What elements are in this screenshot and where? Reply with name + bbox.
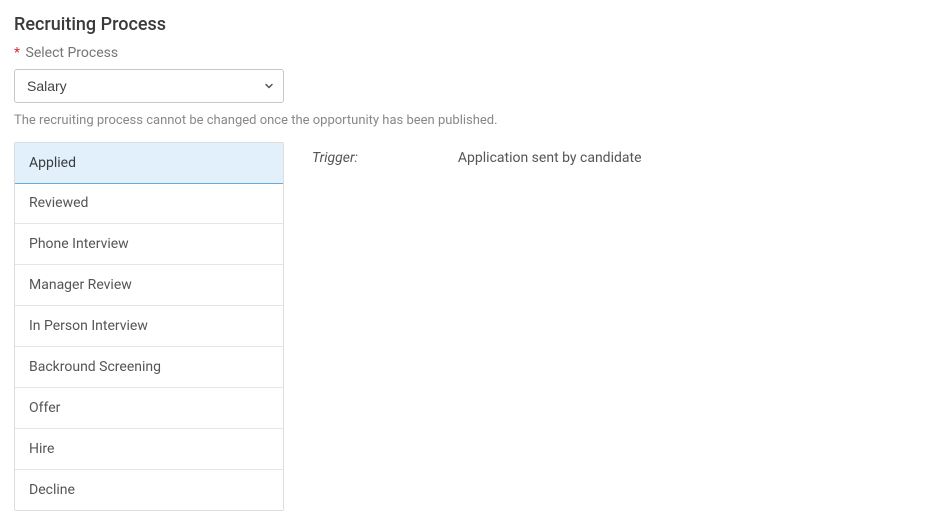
stage-detail-panel: Trigger: Application sent by candidate [312, 142, 642, 166]
stage-row: AppliedReviewedPhone InterviewManager Re… [14, 142, 918, 511]
stage-item[interactable]: Phone Interview [15, 224, 283, 265]
trigger-value: Application sent by candidate [458, 150, 642, 166]
stage-item[interactable]: Reviewed [15, 183, 283, 224]
stage-item[interactable]: Manager Review [15, 265, 283, 306]
stage-item[interactable]: Applied [14, 142, 284, 184]
stage-item[interactable]: Offer [15, 388, 283, 429]
select-process-label: * Select Process [14, 45, 918, 61]
chevron-down-icon [263, 80, 275, 92]
stage-item[interactable]: In Person Interview [15, 306, 283, 347]
required-asterisk: * [14, 45, 20, 61]
stage-item[interactable]: Backround Screening [15, 347, 283, 388]
select-process-label-text: Select Process [26, 45, 119, 61]
process-select-value: Salary [27, 78, 67, 94]
stage-item[interactable]: Hire [15, 429, 283, 470]
trigger-label: Trigger: [312, 150, 358, 166]
page-title: Recruiting Process [14, 14, 918, 35]
process-select[interactable]: Salary [14, 69, 284, 103]
stage-list: AppliedReviewedPhone InterviewManager Re… [14, 142, 284, 511]
stage-item[interactable]: Decline [15, 470, 283, 510]
helper-text: The recruiting process cannot be changed… [14, 113, 918, 128]
